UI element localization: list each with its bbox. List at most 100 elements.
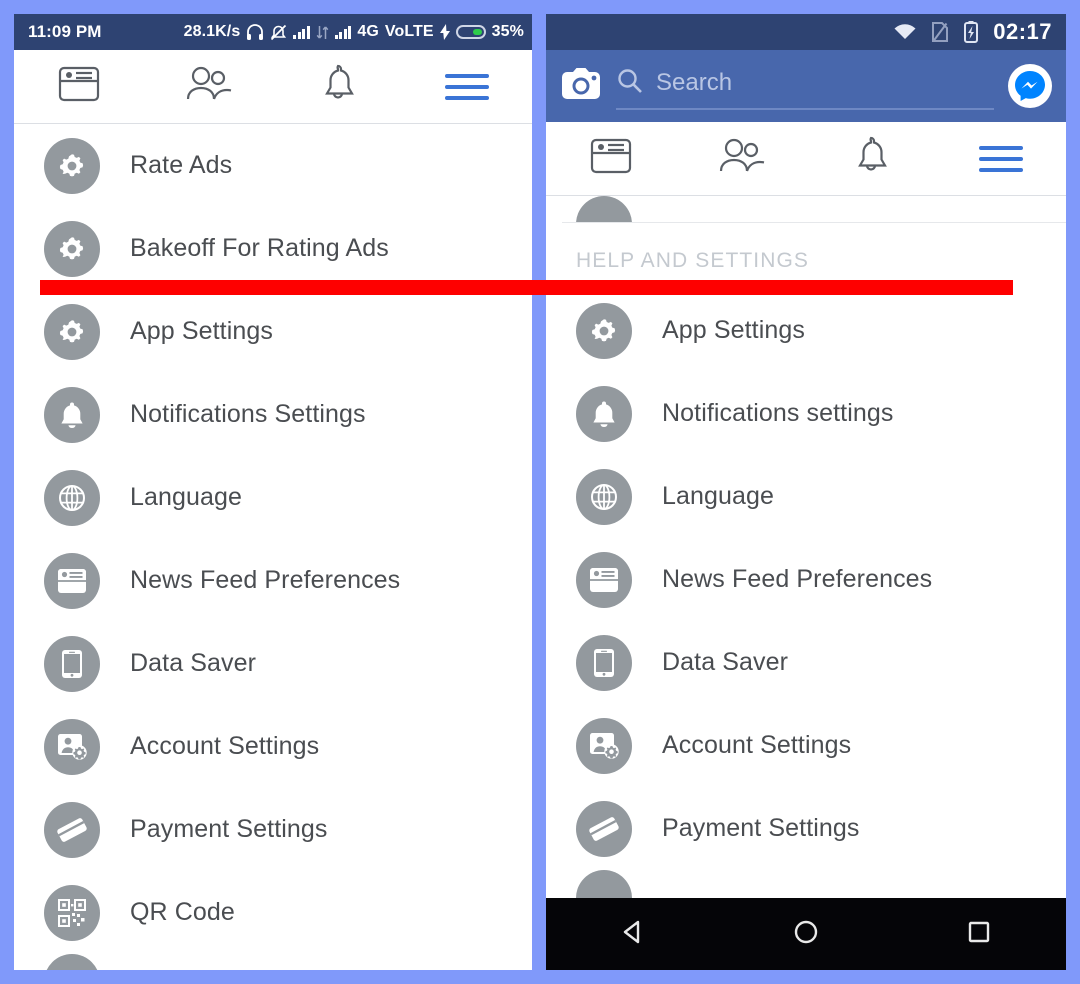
sidebar-item-notifications[interactable] — [273, 62, 403, 111]
left-tab-bar — [14, 50, 532, 124]
recents-button[interactable] — [893, 918, 1066, 951]
sidebar-item-friends[interactable] — [144, 64, 274, 109]
signal-bars-icon-2 — [334, 25, 352, 39]
list-item[interactable]: Data Saver — [14, 622, 532, 705]
list-item-label: Payment Settings — [130, 815, 328, 843]
sidebar-item-menu[interactable] — [936, 145, 1066, 172]
network-type: 4G — [357, 23, 379, 40]
phone-icon — [44, 635, 100, 692]
news-feed-icon — [589, 136, 633, 181]
right-phone-screen: 02:17 Search HELP AND SETTINGS App Setti… — [546, 14, 1066, 970]
list-item[interactable]: Payment Settings — [546, 787, 1066, 870]
android-nav-bar — [546, 898, 1066, 970]
list-item-label: Notifications settings — [662, 399, 894, 427]
signal-bars-icon — [293, 25, 310, 39]
phone-icon — [576, 634, 632, 691]
search-placeholder: Search — [656, 69, 733, 96]
account-settings-icon — [44, 718, 100, 775]
list-item[interactable]: News Feed Preferences — [14, 539, 532, 622]
home-circle-icon — [791, 917, 821, 952]
list-item-label: News Feed Preferences — [662, 565, 933, 593]
news-feed-icon — [57, 64, 101, 109]
globe-icon — [576, 468, 632, 525]
list-item-label: Notifications Settings — [130, 400, 366, 428]
partial-avatar-icon — [44, 954, 100, 970]
wifi-icon — [893, 23, 917, 41]
list-item[interactable]: QR Code — [14, 871, 532, 954]
left-phone-screen: 11:09 PM 28.1K/s 4G VoLTE 35% Rate Ads B… — [14, 14, 532, 970]
facebook-search-header: Search — [546, 50, 1066, 122]
hamburger-icon — [979, 145, 1023, 172]
battery-charging-icon — [963, 21, 979, 43]
list-item-label: Payment Settings — [662, 814, 860, 842]
list-item[interactable]: Language — [14, 456, 532, 539]
friends-icon — [716, 136, 766, 181]
list-item[interactable]: Notifications settings — [546, 372, 1066, 455]
sidebar-item-news-feed[interactable] — [14, 64, 144, 109]
gear-icon — [576, 302, 632, 359]
list-item-label: Data Saver — [130, 649, 257, 677]
search-input[interactable]: Search — [616, 62, 994, 110]
list-item-label: App Settings — [130, 317, 273, 345]
list-item-label: News Feed Preferences — [130, 566, 401, 594]
messenger-icon[interactable] — [1008, 64, 1052, 108]
list-item-label: Account Settings — [130, 732, 320, 760]
right-tab-bar — [546, 122, 1066, 196]
friends-icon — [183, 64, 233, 109]
news-feed-icon — [576, 551, 632, 608]
bell-icon — [44, 386, 100, 443]
bell-icon — [576, 385, 632, 442]
sidebar-item-notifications[interactable] — [806, 134, 936, 183]
network-speed: 28.1K/s — [183, 23, 241, 40]
gear-icon — [44, 303, 100, 360]
camera-icon[interactable] — [560, 66, 602, 107]
account-settings-icon — [576, 717, 632, 774]
status-time: 11:09 PM — [28, 22, 102, 41]
globe-icon — [44, 469, 100, 526]
list-item[interactable]: News Feed Preferences — [546, 538, 1066, 621]
list-item[interactable]: App Settings — [546, 289, 1066, 372]
list-item[interactable]: Data Saver — [546, 621, 1066, 704]
headphone-icon — [246, 24, 264, 40]
list-item-label: Language — [662, 482, 775, 510]
home-button[interactable] — [719, 917, 892, 952]
mute-icon — [270, 24, 287, 41]
scrolled-partial-row[interactable] — [546, 196, 1066, 222]
list-item-label: Bakeoff For Rating Ads — [130, 234, 389, 262]
right-menu-list: App Settings Notifications settings Langua… — [546, 289, 1066, 904]
back-button[interactable] — [546, 917, 719, 952]
list-item[interactable]: Payment Settings — [14, 788, 532, 871]
left-status-bar: 11:09 PM 28.1K/s 4G VoLTE 35% — [14, 14, 532, 50]
list-item-label: Account Settings — [662, 731, 852, 759]
status-time: 02:17 — [993, 19, 1052, 44]
list-item-partial[interactable] — [14, 954, 532, 970]
list-item-label: Language — [130, 483, 243, 511]
list-item[interactable]: Language — [546, 455, 1066, 538]
list-item[interactable]: Rate Ads — [14, 124, 532, 207]
recents-square-icon — [965, 918, 993, 951]
list-item-label: Data Saver — [662, 648, 789, 676]
battery-percent: 35% — [491, 23, 524, 40]
sidebar-item-menu[interactable] — [403, 73, 533, 100]
list-item[interactable]: Account Settings — [14, 705, 532, 788]
list-item[interactable]: Bakeoff For Rating Ads — [14, 207, 532, 290]
bell-icon — [850, 134, 892, 183]
list-item-label: Rate Ads — [130, 151, 233, 179]
list-item-label: QR Code — [130, 898, 235, 926]
list-item[interactable]: Account Settings — [546, 704, 1066, 787]
payment-card-icon — [576, 800, 632, 857]
battery-icon — [455, 25, 486, 39]
list-item[interactable]: App Settings — [14, 290, 532, 373]
sidebar-item-news-feed[interactable] — [546, 136, 676, 181]
sidebar-item-friends[interactable] — [676, 136, 806, 181]
gear-icon — [44, 220, 100, 277]
search-icon — [616, 67, 644, 100]
list-item[interactable]: Notifications Settings — [14, 373, 532, 456]
list-item-label: App Settings — [662, 316, 805, 344]
red-underline-marker — [40, 280, 1013, 295]
news-feed-icon — [44, 552, 100, 609]
data-transfer-icon — [316, 25, 329, 40]
bolt-icon — [439, 24, 450, 40]
right-status-bar: 02:17 — [546, 14, 1066, 50]
status-icon-group: 28.1K/s 4G VoLTE 35% — [184, 23, 524, 41]
